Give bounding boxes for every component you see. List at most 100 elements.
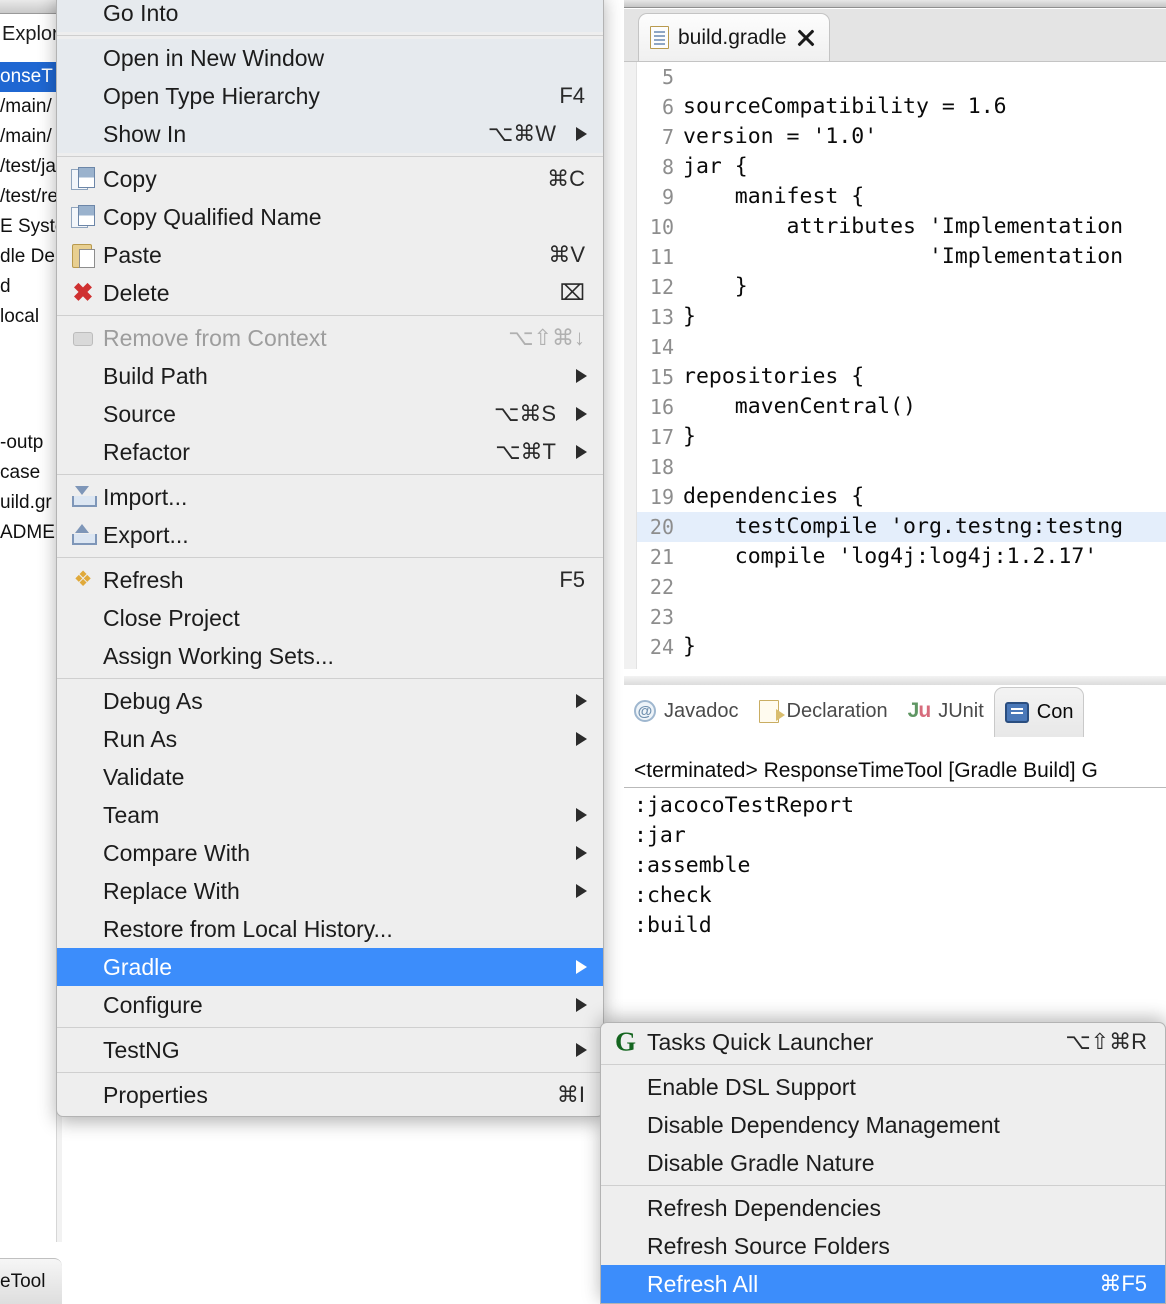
tab-junit[interactable]: Ju JUnit <box>898 685 994 737</box>
menu-item-copy-qualified-name[interactable]: Copy Qualified Name <box>57 198 603 236</box>
code-line[interactable]: 18 <box>637 452 1166 482</box>
menu-item-shortcut: ⌘I <box>556 1082 585 1107</box>
code-line[interactable]: 17} <box>637 422 1166 452</box>
context-menu[interactable]: Go Into Open in New Window Open Type Hiera… <box>56 0 604 1117</box>
menu-item-go-into[interactable]: Go Into <box>57 0 603 32</box>
code-line[interactable]: 11 'Implementation <box>637 242 1166 272</box>
code-line[interactable]: 20 testCompile 'org.testng:testng <box>637 512 1166 542</box>
tab-build-gradle[interactable]: build.gradle <box>638 13 830 61</box>
chevron-right-icon <box>576 127 587 141</box>
explorer-tree[interactable]: onseT/main//main//test/ja/test/re E Syste… <box>0 62 62 548</box>
code-line[interactable]: 19 dependencies { <box>637 482 1166 512</box>
line-number: 24 <box>649 635 674 659</box>
menu-item-refresh-source-folders[interactable]: Refresh Source Folders <box>601 1227 1165 1265</box>
tree-item[interactable]: case <box>0 458 62 488</box>
menu-item-shortcut: ⌧ <box>559 280 585 305</box>
menu-item-enable-dsl-support[interactable]: Enable DSL Support <box>601 1068 1165 1106</box>
menu-item-disable-gradle-nature[interactable]: Disable Gradle Nature <box>601 1144 1165 1182</box>
menu-item-label: Properties <box>103 1081 208 1108</box>
line-number: 18 <box>649 455 674 479</box>
code-line[interactable]: 5 <box>637 62 1166 92</box>
menu-item-debug-as[interactable]: Debug As <box>57 682 603 720</box>
menu-section: Go Into <box>57 0 603 32</box>
menu-item-close-project[interactable]: Close Project <box>57 599 603 637</box>
tab-javadoc[interactable]: @ Javadoc <box>624 685 749 737</box>
views-sash[interactable] <box>624 676 1166 685</box>
menu-item-replace-with[interactable]: Replace With <box>57 872 603 910</box>
code-editor[interactable]: 5 6 sourceCompatibility = 1.6 7 version = '1… <box>624 61 1166 669</box>
menu-item-team[interactable]: Team <box>57 796 603 834</box>
view-tab-label: Declaration <box>786 699 888 722</box>
tree-item[interactable]: local <box>0 302 62 332</box>
menu-item-source[interactable]: Source ⌥⌘S <box>57 395 603 433</box>
menu-separator <box>57 35 603 36</box>
tree-item[interactable]: d <box>0 272 62 302</box>
view-tab-label: Con <box>1036 701 1074 723</box>
tab-response-time-tool[interactable]: eTool <box>0 1258 62 1304</box>
line-text: } <box>683 304 696 329</box>
code-line[interactable]: 23 <box>637 602 1166 632</box>
menu-item-refresh[interactable]: ❖ Refresh F5 <box>57 561 603 599</box>
chevron-right-icon <box>576 369 587 383</box>
menu-item-restore-from-local-history[interactable]: Restore from Local History... <box>57 910 603 948</box>
code-line[interactable]: 16 mavenCentral() <box>637 392 1166 422</box>
tree-item[interactable]: /main/ <box>0 92 62 122</box>
gradle-submenu[interactable]: G Tasks Quick Launcher ⌥⇧⌘R Enable DSL Supp… <box>600 1022 1166 1304</box>
menu-item-refresh-dependencies[interactable]: Refresh Dependencies <box>601 1189 1165 1227</box>
code-line[interactable]: 10 attributes 'Implementation <box>637 212 1166 242</box>
menu-item-open-type-hierarchy[interactable]: Open Type Hierarchy F4 <box>57 77 603 115</box>
menu-item-gradle[interactable]: Gradle <box>57 948 603 986</box>
menu-item-export[interactable]: Export... <box>57 516 603 554</box>
menu-item-run-as[interactable]: Run As <box>57 720 603 758</box>
tree-item[interactable]: /test/ja <box>0 152 62 182</box>
menu-section: G Tasks Quick Launcher ⌥⇧⌘R <box>601 1023 1165 1061</box>
menu-item-compare-with[interactable]: Compare With <box>57 834 603 872</box>
menu-item-assign-working-sets[interactable]: Assign Working Sets... <box>57 637 603 675</box>
menu-item-configure[interactable]: Configure <box>57 986 603 1024</box>
line-text: manifest { <box>683 184 865 209</box>
line-number: 5 <box>661 65 674 89</box>
code-line[interactable]: 6 sourceCompatibility = 1.6 <box>637 92 1166 122</box>
code-line[interactable]: 12 } <box>637 272 1166 302</box>
refresh-icon: ❖ <box>73 568 93 591</box>
code-line[interactable]: 7 version = '1.0' <box>637 122 1166 152</box>
menu-item-build-path[interactable]: Build Path <box>57 357 603 395</box>
menu-item-testng[interactable]: TestNG <box>57 1031 603 1069</box>
console-icon <box>1004 702 1029 723</box>
code-line[interactable]: 14 <box>637 332 1166 362</box>
tree-item[interactable]: uild.gr <box>0 488 62 518</box>
menu-item-import[interactable]: Import... <box>57 478 603 516</box>
menu-item-refresh-all[interactable]: Refresh All ⌘F5 <box>601 1265 1165 1303</box>
menu-item-show-in[interactable]: Show In ⌥⌘W <box>57 115 603 153</box>
menu-item-disable-dependency-management[interactable]: Disable Dependency Management <box>601 1106 1165 1144</box>
tab-con[interactable]: Con <box>993 687 1085 737</box>
tree-item[interactable]: E Syste <box>0 212 62 242</box>
tab-declaration[interactable]: Declaration <box>749 685 898 737</box>
menu-item-copy[interactable]: Copy ⌘C <box>57 160 603 198</box>
tree-item[interactable]: onseT <box>0 62 62 92</box>
code-line[interactable]: 8 jar { <box>637 152 1166 182</box>
menu-item-properties[interactable]: Properties ⌘I <box>57 1076 603 1114</box>
code-line[interactable]: 21 compile 'log4j:log4j:1.2.17' <box>637 542 1166 572</box>
tree-item[interactable]: /test/re <box>0 182 62 212</box>
explorer-toolbar <box>0 0 62 14</box>
file-icon <box>650 26 669 49</box>
menu-item-paste[interactable]: Paste ⌘V <box>57 236 603 274</box>
tree-item[interactable]: dle De <box>0 242 62 272</box>
code-line[interactable]: 24} <box>637 632 1166 662</box>
tree-item[interactable]: ADME. <box>0 518 62 548</box>
code-line[interactable]: 15 repositories { <box>637 362 1166 392</box>
code-line[interactable]: 22 <box>637 572 1166 602</box>
tree-item[interactable]: /main/ <box>0 122 62 152</box>
menu-item-tasks-quick-launcher[interactable]: G Tasks Quick Launcher ⌥⇧⌘R <box>601 1023 1165 1061</box>
menu-item-validate[interactable]: Validate <box>57 758 603 796</box>
line-text: mavenCentral() <box>683 394 916 419</box>
menu-item-open-in-new-window[interactable]: Open in New Window <box>57 39 603 77</box>
close-icon[interactable] <box>796 28 816 48</box>
tab-project-explorer[interactable]: Explor <box>0 14 62 56</box>
tree-item[interactable]: -outp <box>0 428 62 458</box>
code-line[interactable]: 13} <box>637 302 1166 332</box>
menu-item-delete[interactable]: ✖ Delete ⌧ <box>57 274 603 312</box>
menu-item-refactor[interactable]: Refactor ⌥⌘T <box>57 433 603 471</box>
code-line[interactable]: 9 manifest { <box>637 182 1166 212</box>
